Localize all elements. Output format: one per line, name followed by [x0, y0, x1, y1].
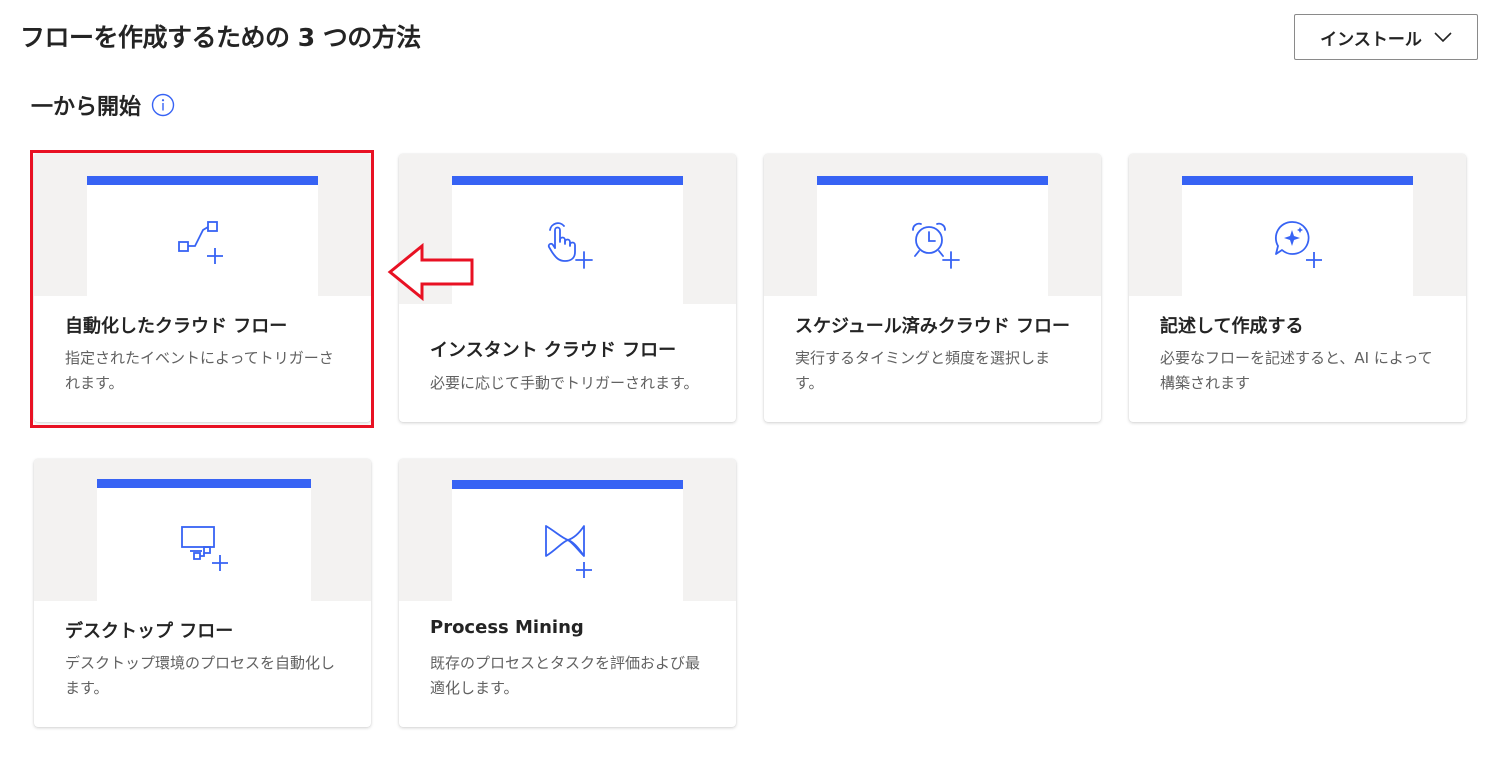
section-title: 一から開始: [31, 89, 175, 121]
card-desktop-flow[interactable]: デスクトップ フロー デスクトップ環境のプロセスを自動化します。: [34, 459, 371, 727]
card-title: Process Mining: [430, 617, 584, 638]
card-illustration: [1182, 176, 1413, 296]
info-icon[interactable]: [151, 93, 175, 117]
touch-hand-icon: [547, 222, 593, 269]
card-illustration: [817, 176, 1048, 296]
card-illustration: [97, 479, 311, 601]
process-mining-icon: [544, 525, 592, 578]
page-title: フローを作成するための 3 つの方法: [20, 23, 421, 52]
desktop-flow-icon: [181, 526, 228, 571]
card-title: 自動化したクラウド フロー: [65, 316, 288, 337]
card-description: 必要に応じて手動でトリガーされます。: [430, 374, 699, 392]
section-title-text: 一から開始: [31, 95, 142, 120]
card-illustration: [452, 480, 683, 601]
automated-flow-icon: [177, 221, 223, 264]
card-title: インスタント クラウド フロー: [430, 340, 677, 361]
card-describe-to-create[interactable]: 記述して作成する 必要なフローを記述すると、AI によって構築されます: [1129, 154, 1466, 422]
card-description: 指定されたイベントによってトリガーされます。: [65, 349, 334, 392]
card-process-mining[interactable]: Process Mining 既存のプロセスとタスクを評価および最適化します。: [399, 459, 736, 727]
card-description: 必要なフローを記述すると、AI によって構築されます: [1160, 349, 1433, 392]
card-scheduled-cloud-flow[interactable]: スケジュール済みクラウド フロー 実行するタイミングと頻度を選択します。: [764, 154, 1101, 422]
install-button-label: インストール: [1320, 29, 1422, 50]
card-description: 既存のプロセスとタスクを評価および最適化します。: [430, 654, 701, 697]
card-illustration: [87, 176, 318, 296]
card-description: デスクトップ環境のプロセスを自動化します。: [65, 654, 336, 697]
card-description: 実行するタイミングと頻度を選択します。: [795, 349, 1051, 392]
card-automated-cloud-flow[interactable]: 自動化したクラウド フロー 指定されたイベントによってトリガーされます。: [34, 154, 371, 422]
chevron-down-icon: [1434, 32, 1452, 43]
card-title: デスクトップ フロー: [65, 621, 234, 642]
install-dropdown-button[interactable]: インストール: [1294, 14, 1478, 60]
card-title: スケジュール済みクラウド フロー: [795, 316, 1071, 337]
card-title: 記述して作成する: [1160, 316, 1304, 337]
alarm-clock-icon: [911, 222, 960, 269]
card-illustration: [452, 176, 683, 304]
card-instant-cloud-flow[interactable]: インスタント クラウド フロー 必要に応じて手動でトリガーされます。: [399, 154, 736, 422]
ai-chat-sparkle-icon: [1274, 221, 1322, 268]
